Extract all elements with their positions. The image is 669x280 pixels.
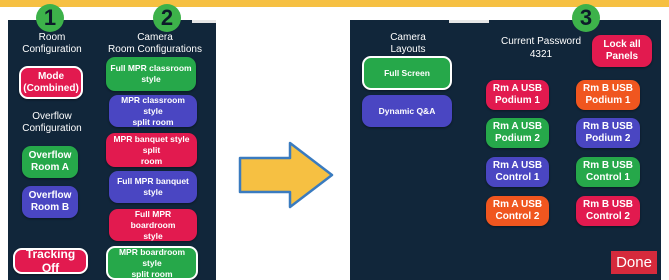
camera-room-configurations-label: Camera Room Configurations [108, 32, 202, 55]
usb-rm-b-podium-2-button[interactable]: Rm B USB Podium 2 [576, 118, 640, 148]
room-config-full-mpr-banquet[interactable]: Full MPR banquet style [109, 171, 197, 203]
overflow-configuration-label: Overflow Configuration [22, 111, 82, 134]
step-marker-3: 3 [572, 4, 600, 32]
right-panel-tab [449, 20, 489, 23]
overflow-room-a-button[interactable]: Overflow Room A [22, 146, 78, 178]
tracking-off-button[interactable]: Tracking Off [13, 247, 88, 275]
usb-rm-a-control-2-button[interactable]: Rm A USB Control 2 [486, 196, 549, 226]
usb-rm-a-podium-2-button[interactable]: Rm A USB Podium 2 [486, 118, 549, 148]
done-button[interactable]: Done [611, 251, 657, 274]
usb-rm-b-podium-1-button[interactable]: Rm B USB Podium 1 [576, 80, 640, 110]
step-marker-2: 2 [153, 4, 181, 32]
room-config-full-mpr-boardroom[interactable]: Full MPR boardroom style [109, 209, 197, 241]
lock-all-panels-button[interactable]: Lock all Panels [592, 35, 652, 67]
current-password-value: 4321 [529, 49, 553, 60]
usb-rm-a-control-1-button[interactable]: Rm A USB Control 1 [486, 157, 549, 187]
usb-rm-b-control-2-button[interactable]: Rm B USB Control 2 [576, 196, 640, 226]
room-config-full-mpr-classroom[interactable]: Full MPR classroom style [106, 57, 196, 91]
current-password-label: Current Password [500, 36, 582, 47]
overflow-room-b-button[interactable]: Overflow Room B [22, 186, 78, 218]
usb-rm-a-podium-1-button[interactable]: Rm A USB Podium 1 [486, 80, 549, 110]
left-panel-tab [192, 20, 216, 23]
layout-full-screen-button[interactable]: Full Screen [362, 56, 452, 90]
top-accent-bar [0, 0, 669, 7]
mode-combined-button[interactable]: Mode (Combined) [19, 66, 83, 99]
camera-layouts-label: Camera Layouts [390, 32, 426, 55]
room-configuration-label: Room Configuration [22, 32, 82, 55]
layout-dynamic-qa-button[interactable]: Dynamic Q&A [362, 95, 452, 127]
room-config-mpr-boardroom-split[interactable]: MPR boardroom style split room [106, 246, 198, 280]
room-config-mpr-classroom-split[interactable]: MPR classroom style split room [109, 95, 197, 127]
room-config-mpr-banquet-split[interactable]: MPR banquet style split room [106, 133, 197, 167]
usb-rm-b-control-1-button[interactable]: Rm B USB Control 1 [576, 157, 640, 187]
step-marker-1: 1 [36, 4, 64, 32]
right-arrow-icon [238, 141, 334, 209]
arrow-shape [238, 141, 334, 209]
